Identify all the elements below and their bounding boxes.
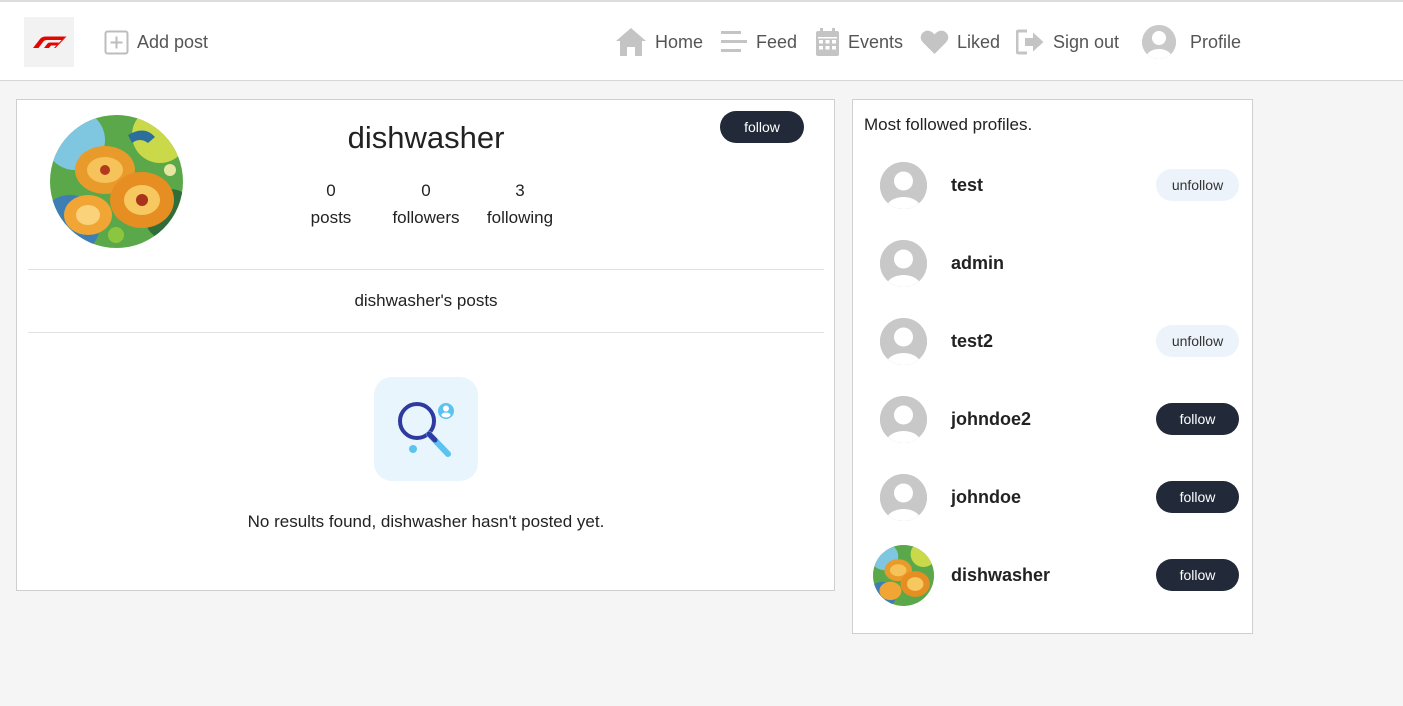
profile-photo	[873, 545, 934, 606]
following-label: following	[486, 208, 554, 227]
add-post-button[interactable]: Add post	[104, 24, 208, 60]
list-item[interactable]: test unfollow	[853, 154, 1252, 216]
followers-count: 0	[421, 181, 431, 200]
posts-stat: 0 posts	[286, 177, 376, 231]
follow-button[interactable]: follow	[720, 111, 804, 143]
top-navbar: Add post Home Feed Events Liked Sign out…	[0, 0, 1403, 81]
nav-liked[interactable]: Liked	[920, 24, 1000, 60]
divider	[28, 332, 824, 333]
home-icon	[616, 28, 646, 56]
followers-label: followers	[392, 208, 460, 227]
follow-button[interactable]: follow	[1156, 481, 1239, 513]
no-results-message: No results found, dishwasher hasn't post…	[247, 512, 605, 531]
posts-count: 0	[326, 181, 336, 200]
nav-home-label: Home	[655, 31, 704, 52]
list-item[interactable]: dishwasher follow	[853, 544, 1252, 606]
f1-logo-icon[interactable]	[24, 17, 74, 67]
menu-lines-icon	[721, 31, 747, 52]
plus-square-icon	[104, 30, 129, 54]
nav-feed[interactable]: Feed	[720, 24, 797, 60]
sign-out-icon	[1016, 29, 1044, 55]
unfollow-button[interactable]: unfollow	[1156, 325, 1239, 357]
follow-button[interactable]: follow	[1156, 403, 1239, 435]
default-avatar-icon	[880, 240, 927, 287]
followers-stat[interactable]: 0 followers	[381, 177, 471, 231]
profile-name[interactable]: johndoe	[951, 487, 1021, 508]
list-item[interactable]: johndoe2 follow	[853, 388, 1252, 450]
calendar-icon	[816, 28, 839, 56]
default-avatar-icon	[880, 474, 927, 521]
nav-events-label: Events	[848, 31, 904, 52]
profile-name[interactable]: dishwasher	[951, 565, 1050, 586]
default-avatar-icon	[880, 396, 927, 443]
follow-button[interactable]: follow	[1156, 559, 1239, 591]
following-count: 3	[515, 181, 525, 200]
following-stat[interactable]: 3 following	[475, 177, 565, 231]
heart-icon	[920, 30, 949, 54]
unfollow-button[interactable]: unfollow	[1156, 169, 1239, 201]
nav-sign-out-label: Sign out	[1053, 31, 1120, 52]
add-post-label: Add post	[137, 31, 209, 52]
profile-name[interactable]: test2	[951, 331, 993, 352]
nav-liked-label: Liked	[957, 31, 1001, 52]
nav-profile-label: Profile	[1190, 31, 1242, 52]
nav-events[interactable]: Events	[815, 24, 903, 60]
nav-home[interactable]: Home	[615, 24, 703, 60]
nav-profile[interactable]: Profile	[1142, 24, 1241, 60]
nav-feed-label: Feed	[756, 31, 798, 52]
most-followed-panel: Most followed profiles. test unfollow ad…	[852, 99, 1253, 634]
profile-name[interactable]: test	[951, 175, 983, 196]
posts-heading: dishwasher's posts	[354, 291, 498, 310]
default-avatar-icon	[880, 318, 927, 365]
list-item[interactable]: admin	[853, 232, 1252, 294]
profile-username: dishwasher	[347, 120, 505, 155]
most-followed-title: Most followed profiles.	[864, 115, 1033, 134]
divider	[28, 269, 824, 270]
profile-card: dishwasher follow 0 posts 0 followers 3 …	[16, 99, 835, 591]
list-item[interactable]: johndoe follow	[853, 466, 1252, 528]
posts-label: posts	[310, 208, 352, 227]
default-avatar-icon	[880, 162, 927, 209]
user-avatar-icon	[1142, 25, 1176, 59]
nav-sign-out[interactable]: Sign out	[1016, 24, 1119, 60]
profile-avatar	[50, 115, 183, 248]
list-item[interactable]: test2 unfollow	[853, 310, 1252, 372]
profile-name[interactable]: admin	[951, 253, 1004, 274]
profile-name[interactable]: johndoe2	[951, 409, 1031, 430]
no-results-search-icon	[374, 377, 478, 481]
